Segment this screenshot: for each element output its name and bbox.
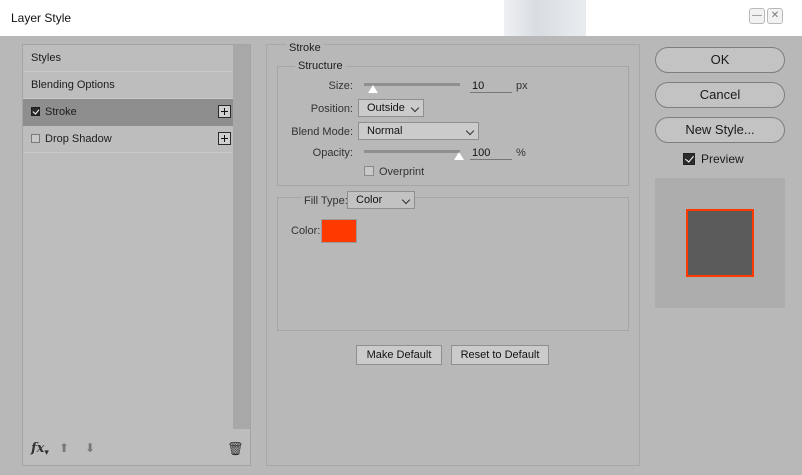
opacity-input[interactable] bbox=[470, 146, 512, 160]
size-slider-track[interactable] bbox=[364, 83, 460, 86]
fx-dropdown-indicator: ▾ bbox=[44, 448, 49, 458]
opacity-label: Opacity: bbox=[312, 147, 353, 159]
close-icon[interactable]: ✕ bbox=[767, 8, 783, 24]
make-default-button[interactable]: Make Default bbox=[356, 345, 442, 365]
background-window-strip bbox=[504, 0, 586, 36]
styles-item-stroke[interactable]: Stroke bbox=[23, 99, 233, 126]
opacity-slider-thumb[interactable] bbox=[454, 152, 464, 160]
stroke-checkbox[interactable] bbox=[31, 106, 40, 116]
preview-checkbox[interactable] bbox=[683, 152, 695, 165]
fx-icon[interactable]: fx▾ bbox=[31, 441, 49, 458]
position-select[interactable]: Outside bbox=[358, 99, 424, 117]
blend-mode-select[interactable]: Normal bbox=[358, 122, 479, 140]
fx-label: fx bbox=[31, 441, 45, 456]
structure-group: Structure Size: px Position: Outside Ble… bbox=[277, 60, 629, 186]
fill-type-value: Color bbox=[356, 194, 383, 206]
size-input[interactable] bbox=[470, 79, 512, 93]
stroke-panel: Stroke Structure Size: px Position: Outs… bbox=[266, 42, 640, 466]
size-unit: px bbox=[516, 80, 528, 92]
cancel-button[interactable]: Cancel bbox=[655, 82, 785, 108]
preview-label: Preview bbox=[701, 152, 744, 166]
styles-footer: fx▾ ⬆ ⬇ 🗑 bbox=[23, 437, 250, 463]
new-style-button[interactable]: New Style... bbox=[655, 117, 785, 143]
styles-item-label: Drop Shadow bbox=[45, 133, 112, 145]
styles-list: Styles Blending Options Stroke Drop Shad… bbox=[23, 45, 233, 153]
overprint-label: Overprint bbox=[379, 166, 425, 178]
styles-item-styles[interactable]: Styles bbox=[23, 45, 233, 72]
preview-thumbnail bbox=[655, 178, 785, 308]
fill-group: Fill Type: Color Color: bbox=[277, 191, 629, 331]
stroke-color-swatch[interactable] bbox=[321, 219, 357, 243]
styles-item-label: Stroke bbox=[45, 106, 77, 118]
chevron-down-icon bbox=[401, 195, 411, 205]
chevron-down-icon bbox=[465, 126, 475, 136]
styles-item-drop-shadow[interactable]: Drop Shadow bbox=[23, 126, 233, 153]
reset-to-default-button[interactable]: Reset to Default bbox=[451, 345, 549, 365]
stroke-section-title: Stroke bbox=[286, 42, 324, 54]
opacity-unit: % bbox=[516, 147, 526, 159]
ok-button[interactable]: OK bbox=[655, 47, 785, 73]
fill-type-label: Fill Type: bbox=[302, 195, 350, 207]
blend-mode-label: Blend Mode: bbox=[291, 126, 353, 138]
minimize-icon[interactable]: — bbox=[749, 8, 765, 24]
title-bar: Layer Style — ✕ bbox=[0, 0, 802, 37]
fill-type-select[interactable]: Color bbox=[347, 191, 415, 209]
move-up-icon[interactable]: ⬆ bbox=[59, 441, 69, 455]
preview-square bbox=[686, 209, 754, 277]
window-title: Layer Style bbox=[11, 11, 72, 25]
dialog-body: Styles Blending Options Stroke Drop Shad… bbox=[0, 36, 802, 475]
preview-toggle[interactable]: Preview bbox=[683, 152, 744, 166]
chevron-down-icon bbox=[410, 103, 420, 113]
position-value: Outside bbox=[367, 102, 405, 114]
overprint-checkbox[interactable] bbox=[364, 166, 374, 176]
size-label: Size: bbox=[328, 80, 353, 92]
styles-panel: Styles Blending Options Stroke Drop Shad… bbox=[22, 44, 251, 466]
add-stroke-icon[interactable] bbox=[218, 105, 231, 118]
blend-mode-value: Normal bbox=[367, 125, 403, 137]
styles-item-blending-options[interactable]: Blending Options bbox=[23, 72, 233, 99]
opacity-slider-track[interactable] bbox=[364, 150, 460, 153]
add-drop-shadow-icon[interactable] bbox=[218, 132, 231, 145]
drop-shadow-checkbox[interactable] bbox=[31, 133, 40, 143]
styles-item-label: Styles bbox=[31, 52, 61, 64]
styles-item-label: Blending Options bbox=[31, 79, 115, 91]
styles-scrollbar[interactable] bbox=[233, 45, 250, 429]
move-down-icon[interactable]: ⬇ bbox=[85, 441, 95, 455]
trash-icon[interactable]: 🗑 bbox=[227, 441, 244, 457]
size-slider-thumb[interactable] bbox=[368, 85, 378, 93]
color-label: Color: bbox=[291, 225, 321, 237]
structure-group-title: Structure bbox=[295, 60, 346, 72]
position-label: Position: bbox=[310, 103, 353, 115]
